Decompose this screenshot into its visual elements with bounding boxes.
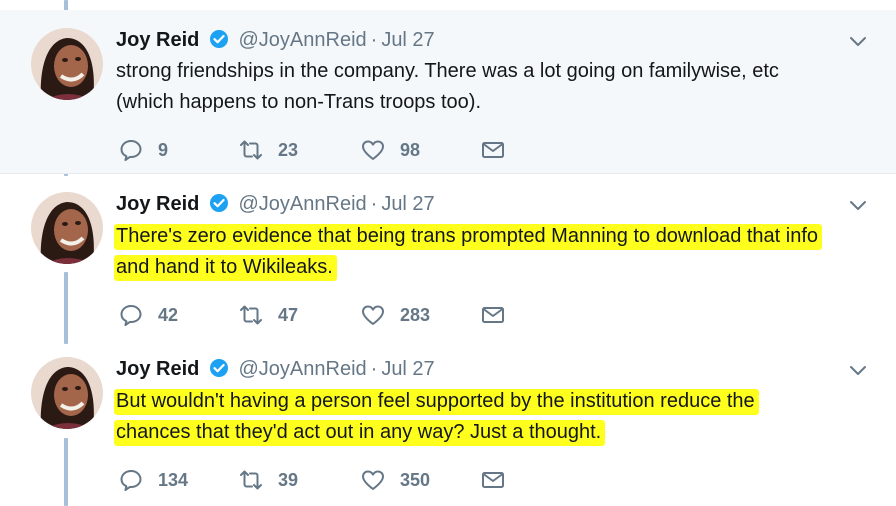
retweet-button[interactable]: 47 xyxy=(238,301,298,329)
like-button[interactable]: 350 xyxy=(360,466,430,494)
chevron-down-icon[interactable] xyxy=(848,360,868,380)
author-handle[interactable]: @JoyAnnReid xyxy=(238,358,366,380)
avatar[interactable] xyxy=(31,28,103,100)
verified-badge-icon xyxy=(209,193,229,213)
highlighted-text-line: chances that they'd act out in any way? … xyxy=(114,420,606,446)
like-button[interactable]: 98 xyxy=(360,136,420,164)
retweet-icon xyxy=(240,470,262,490)
heart-icon xyxy=(362,140,384,160)
like-count: 283 xyxy=(400,304,431,325)
tweet-text: strong friendships in the company. There… xyxy=(116,56,886,118)
tweet-date[interactable]: Jul 27 xyxy=(381,358,434,380)
retweet-button[interactable]: 23 xyxy=(238,136,298,164)
reply-count: 9 xyxy=(158,139,169,160)
separator-dot: · xyxy=(370,29,378,51)
reply-icon xyxy=(120,470,142,491)
retweet-count: 23 xyxy=(278,139,299,160)
retweet-count: 39 xyxy=(278,469,299,490)
like-button[interactable]: 283 xyxy=(360,301,430,329)
retweet-button[interactable]: 39 xyxy=(238,466,298,494)
reply-count: 42 xyxy=(158,304,179,325)
separator-dot: · xyxy=(370,193,378,215)
like-count: 350 xyxy=(400,469,431,490)
envelope-icon xyxy=(482,142,504,158)
tweet-text: There's zero evidence that being trans p… xyxy=(114,221,886,283)
retweet-count: 47 xyxy=(278,304,299,325)
reply-icon xyxy=(120,140,142,161)
reply-button[interactable]: 9 xyxy=(118,136,168,164)
highlighted-text-line: But wouldn't having a person feel suppor… xyxy=(114,389,759,415)
tweet[interactable]: Joy Reid @JoyAnnReid · Jul 27 strong frien… xyxy=(0,10,896,174)
tweet-header: Joy Reid @JoyAnnReid · Jul 27 xyxy=(116,357,435,381)
verified-badge-icon xyxy=(209,29,229,49)
chevron-down-icon[interactable] xyxy=(848,195,868,215)
author-name[interactable]: Joy Reid xyxy=(116,193,199,215)
tweet-date[interactable]: Jul 27 xyxy=(381,193,434,215)
verified-badge-icon xyxy=(209,358,229,378)
like-count: 98 xyxy=(400,139,421,160)
envelope-icon xyxy=(482,307,504,323)
envelope-icon xyxy=(482,472,504,488)
reply-count: 134 xyxy=(158,469,189,490)
heart-icon xyxy=(362,470,384,490)
tweet[interactable]: Joy Reid @JoyAnnReid · Jul 27 But wouldn't… xyxy=(0,340,896,506)
author-handle[interactable]: @JoyAnnReid xyxy=(238,29,366,51)
author-name[interactable]: Joy Reid xyxy=(116,358,199,380)
retweet-icon xyxy=(240,305,262,325)
tweet-header: Joy Reid @JoyAnnReid · Jul 27 xyxy=(116,28,435,52)
tweet-header: Joy Reid @JoyAnnReid · Jul 27 xyxy=(116,192,435,216)
author-name[interactable]: Joy Reid xyxy=(116,29,199,51)
highlighted-text-line: There's zero evidence that being trans p… xyxy=(114,224,823,250)
chevron-down-icon[interactable] xyxy=(848,31,868,51)
reply-button[interactable]: 42 xyxy=(118,301,178,329)
direct-message-button[interactable] xyxy=(480,466,506,494)
avatar[interactable] xyxy=(31,192,103,264)
reply-icon xyxy=(120,305,142,326)
separator-dot: · xyxy=(370,358,378,380)
author-handle[interactable]: @JoyAnnReid xyxy=(238,193,366,215)
tweet[interactable]: Joy Reid @JoyAnnReid · Jul 27 There's zero… xyxy=(0,175,896,340)
reply-button[interactable]: 134 xyxy=(118,466,188,494)
direct-message-button[interactable] xyxy=(480,301,506,329)
highlighted-text-line: and hand it to Wikileaks. xyxy=(114,255,337,281)
direct-message-button[interactable] xyxy=(480,136,506,164)
tweet-text: But wouldn't having a person feel suppor… xyxy=(114,386,886,448)
tweet-text-line: (which happens to non-Trans troops too). xyxy=(116,91,482,113)
avatar[interactable] xyxy=(31,357,103,429)
tweet-date[interactable]: Jul 27 xyxy=(381,29,434,51)
heart-icon xyxy=(362,305,384,325)
retweet-icon xyxy=(240,140,262,160)
tweet-text-line: strong friendships in the company. There… xyxy=(116,60,779,82)
